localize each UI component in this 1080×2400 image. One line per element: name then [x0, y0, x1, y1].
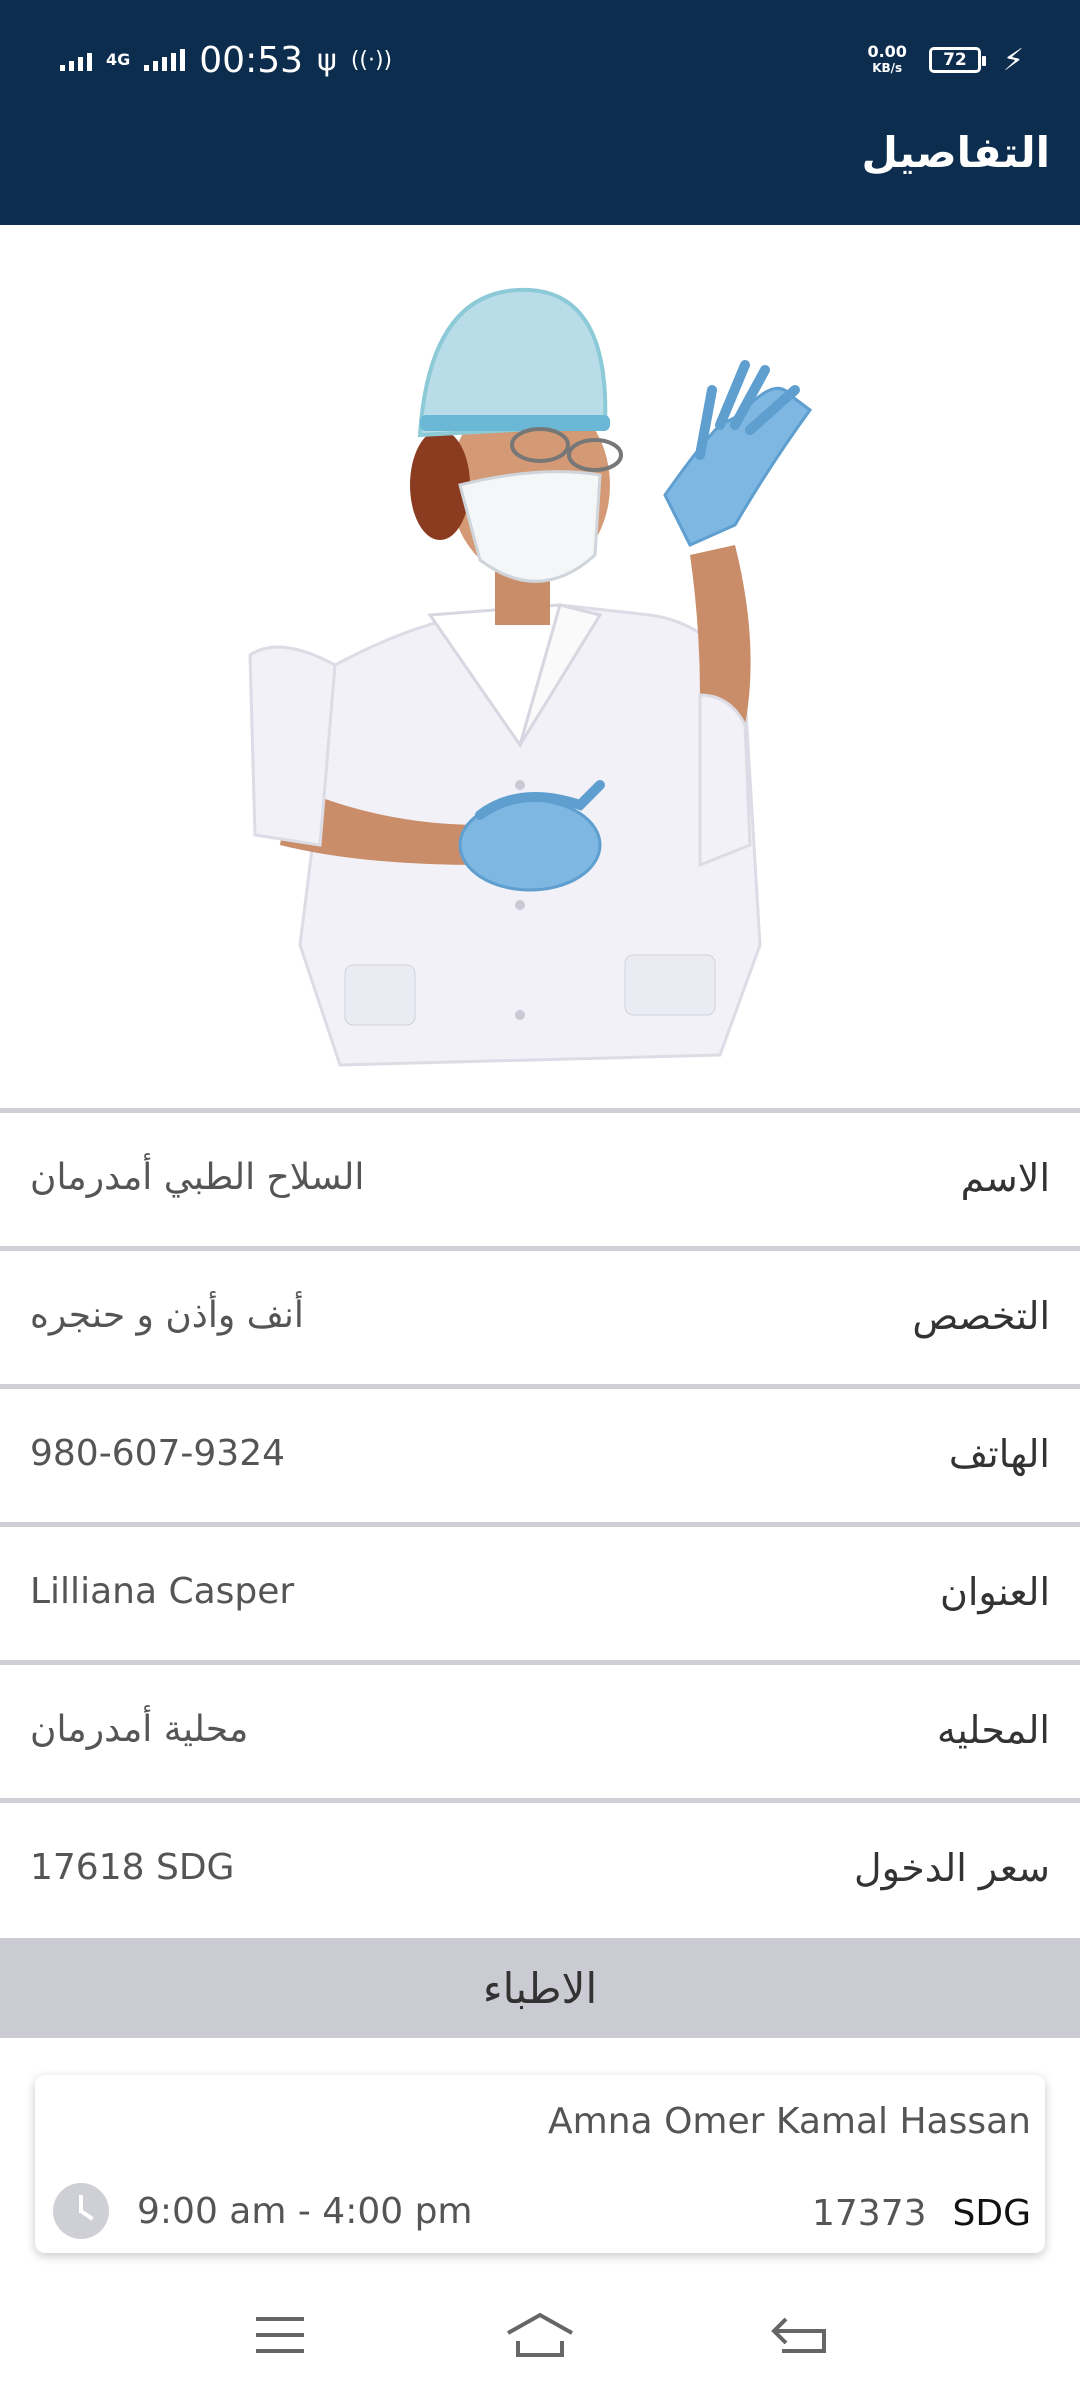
entry-price-value: 17618 SDG	[30, 1847, 235, 1888]
back-icon	[771, 2317, 826, 2353]
detail-row-name: الاسم السلاح الطبي أمدرمان	[0, 1108, 1080, 1242]
menu-button[interactable]	[225, 2290, 335, 2380]
status-left: 4G 00:53 ψ ((·))	[60, 40, 392, 81]
home-button[interactable]	[485, 2290, 595, 2380]
net-speed: 0.00 KB/s	[867, 42, 907, 76]
address-label: العنوان	[939, 1569, 1050, 1614]
battery-icon: 72	[928, 47, 986, 73]
status-time: 00:53	[199, 39, 304, 81]
page-title: التفاصيل	[861, 128, 1050, 177]
doctor-price-currency: SDG	[952, 2193, 1031, 2234]
hero-image	[0, 225, 1080, 1105]
detail-row-phone[interactable]: الهاتف 980-607-9324	[0, 1384, 1080, 1518]
entry-price-label: سعر الدخول	[853, 1845, 1050, 1890]
specialty-label: التخصص	[912, 1293, 1050, 1338]
detail-row-locality: المحليه محلية أمدرمان	[0, 1660, 1080, 1794]
doctor-names: Amna Omer Kamal Hassan	[548, 2101, 1031, 2142]
locality-value: محلية أمدرمان	[30, 1709, 249, 1750]
detail-row-address: العنوان Lilliana Casper	[0, 1522, 1080, 1656]
signal-2-icon	[144, 49, 186, 71]
phone-label: الهاتف	[948, 1431, 1050, 1476]
network-type: 4G	[106, 50, 131, 69]
app-bar: 4G 00:53 ψ ((·)) 0.00 KB/s 72 ⚡ التفاصيل	[0, 0, 1080, 225]
specialty-value: أنف وأذن و حنجره	[30, 1295, 304, 1336]
signal-icon	[60, 49, 92, 71]
address-value: Lilliana Casper	[30, 1571, 295, 1612]
doctor-price-amount: 17373	[812, 2193, 927, 2234]
doctor-price: 17373 SDG	[812, 2193, 1031, 2234]
back-button[interactable]	[745, 2290, 855, 2380]
doctor-illustration	[248, 287, 813, 1067]
locality-label: المحليه	[936, 1707, 1050, 1752]
home-icon	[507, 2312, 573, 2357]
doctor-hours-text: 9:00 am - 4:00 pm	[137, 2190, 473, 2232]
doctors-section-header: الاطباء	[0, 1938, 1080, 2038]
system-nav-bar	[0, 2270, 1080, 2400]
clock-icon	[53, 2183, 109, 2239]
status-right: 0.00 KB/s 72 ⚡	[867, 43, 1024, 78]
charging-icon: ⚡	[1002, 42, 1024, 78]
detail-row-specialty: التخصص أنف وأذن و حنجره	[0, 1246, 1080, 1380]
usb-icon: ψ	[317, 42, 337, 78]
detail-row-entry-price: سعر الدخول 17618 SDG	[0, 1798, 1080, 1932]
status-bar: 4G 00:53 ψ ((·)) 0.00 KB/s 72 ⚡	[0, 0, 1080, 120]
phone-value[interactable]: 980-607-9324	[30, 1433, 285, 1474]
doctor-card[interactable]: Amna Omer Kamal Hassan 9:00 am - 4:00 pm…	[35, 2075, 1045, 2253]
name-label: الاسم	[960, 1155, 1050, 1200]
name-value: السلاح الطبي أمدرمان	[30, 1157, 365, 1198]
doctor-hours: 9:00 am - 4:00 pm	[53, 2183, 473, 2239]
menu-icon	[256, 2317, 304, 2353]
hotspot-icon: ((·))	[350, 47, 393, 73]
